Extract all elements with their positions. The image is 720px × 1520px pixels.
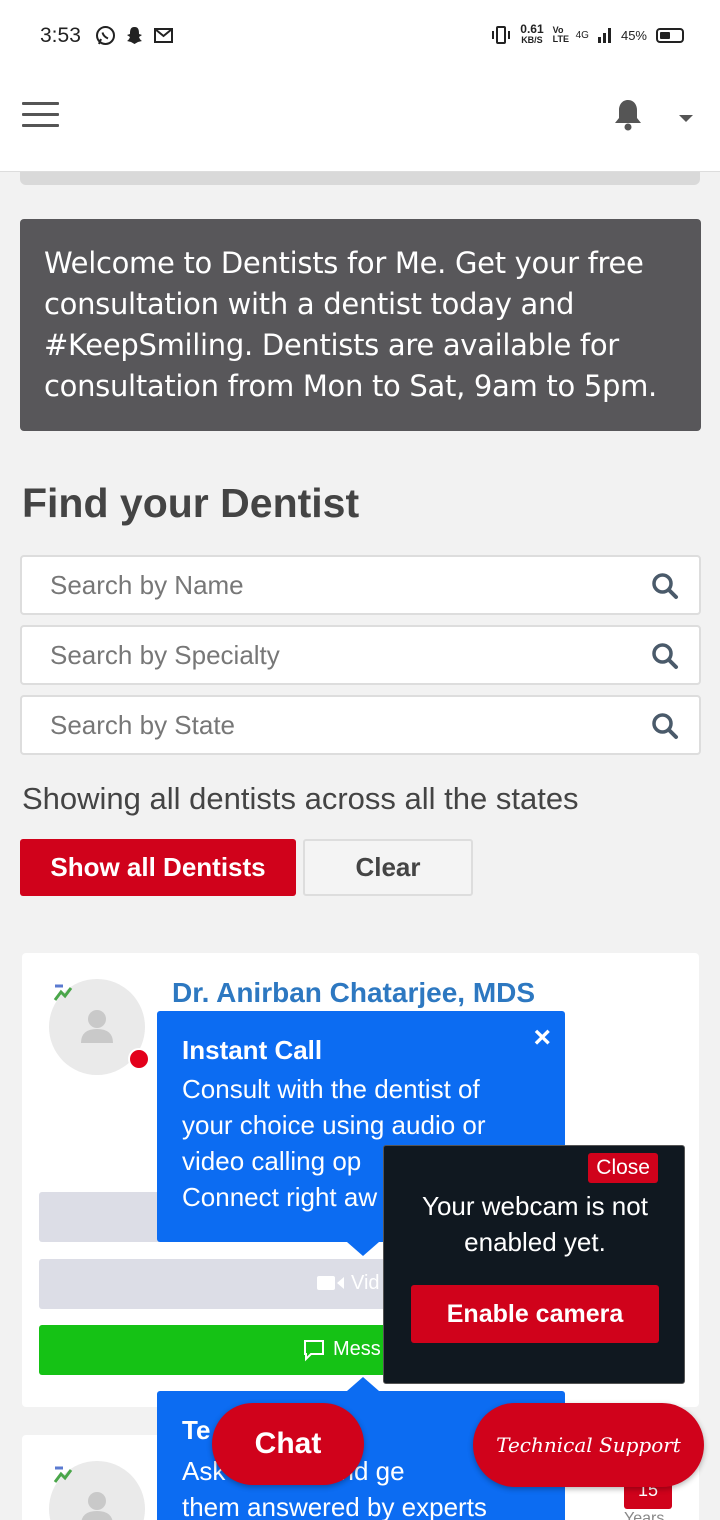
whatsapp-icon (95, 25, 116, 46)
page-title: Find your Dentist (22, 480, 360, 526)
search-by-name-field (20, 555, 701, 615)
welcome-banner: Welcome to Dentists for Me. Get your fre… (20, 219, 701, 431)
signal-type: 4G (575, 29, 589, 41)
status-time: 3:53 (40, 24, 81, 47)
tooltip-body-text-end: Connect right aw (182, 1182, 378, 1212)
dentist-name-link[interactable]: Dr. Anirban Chatarjee, MDS (172, 977, 535, 1009)
clear-button[interactable]: Clear (303, 839, 473, 896)
video-call-label: Vid (351, 1272, 380, 1294)
tooltip-title: Instant Call (182, 1035, 323, 1065)
results-summary: Showing all dentists across all the stat… (22, 781, 579, 816)
vibrate-icon (492, 26, 511, 44)
webcam-close-button[interactable]: Close (588, 1153, 658, 1183)
caret-down-icon[interactable] (679, 115, 693, 122)
search-name-input[interactable] (22, 557, 602, 613)
video-camera-icon (317, 1276, 344, 1290)
snapchat-icon (124, 25, 145, 46)
volte-indicator: Vo LTE (552, 25, 569, 44)
technical-support-button[interactable]: Technical Support (473, 1403, 704, 1487)
tooltip-body-line-2: them answered by experts (182, 1492, 487, 1520)
gmail-icon (153, 25, 174, 46)
search-by-specialty-field (20, 625, 701, 685)
search-specialty-input[interactable] (22, 627, 602, 683)
notification-icons (95, 25, 174, 46)
tooltip-title: Te (182, 1415, 211, 1445)
bell-icon[interactable] (612, 97, 644, 131)
webcam-message: Your webcam is not enabled yet. (422, 1191, 648, 1257)
content-strip (20, 172, 700, 185)
net-speed-unit: KB/S (521, 35, 543, 45)
search-icon[interactable] (651, 572, 679, 600)
broken-image-icon (53, 1466, 73, 1483)
chat-button[interactable]: Chat (212, 1403, 364, 1485)
status-bar: 3:53 0.61 KB/S Vo LTE 4G 45% (0, 0, 720, 72)
signal-icon (597, 28, 611, 43)
broken-image-icon (53, 984, 73, 1001)
net-speed-value: 0.61 (520, 22, 544, 36)
offline-status-dot (128, 1048, 150, 1070)
battery-icon (656, 27, 684, 43)
search-state-input[interactable] (22, 697, 602, 753)
search-icon[interactable] (651, 712, 679, 740)
app-header (0, 72, 720, 172)
hamburger-icon[interactable] (22, 102, 59, 128)
search-by-state-field (20, 695, 701, 755)
chat-bubble-icon (304, 1340, 324, 1362)
enable-camera-button[interactable]: Enable camera (411, 1285, 659, 1343)
message-label: Mess (333, 1338, 381, 1360)
search-icon[interactable] (651, 642, 679, 670)
close-icon[interactable]: × (533, 1021, 551, 1055)
show-all-dentists-button[interactable]: Show all Dentists (20, 839, 296, 896)
webcam-popup: Close Your webcam is not enabled yet. En… (383, 1145, 685, 1384)
experience-label: Years (624, 1510, 665, 1520)
system-icons: 0.61 KB/S Vo LTE 4G 45% (491, 22, 684, 46)
battery-percent: 45% (620, 27, 647, 43)
net-speed: 0.61 KB/S (520, 22, 544, 46)
